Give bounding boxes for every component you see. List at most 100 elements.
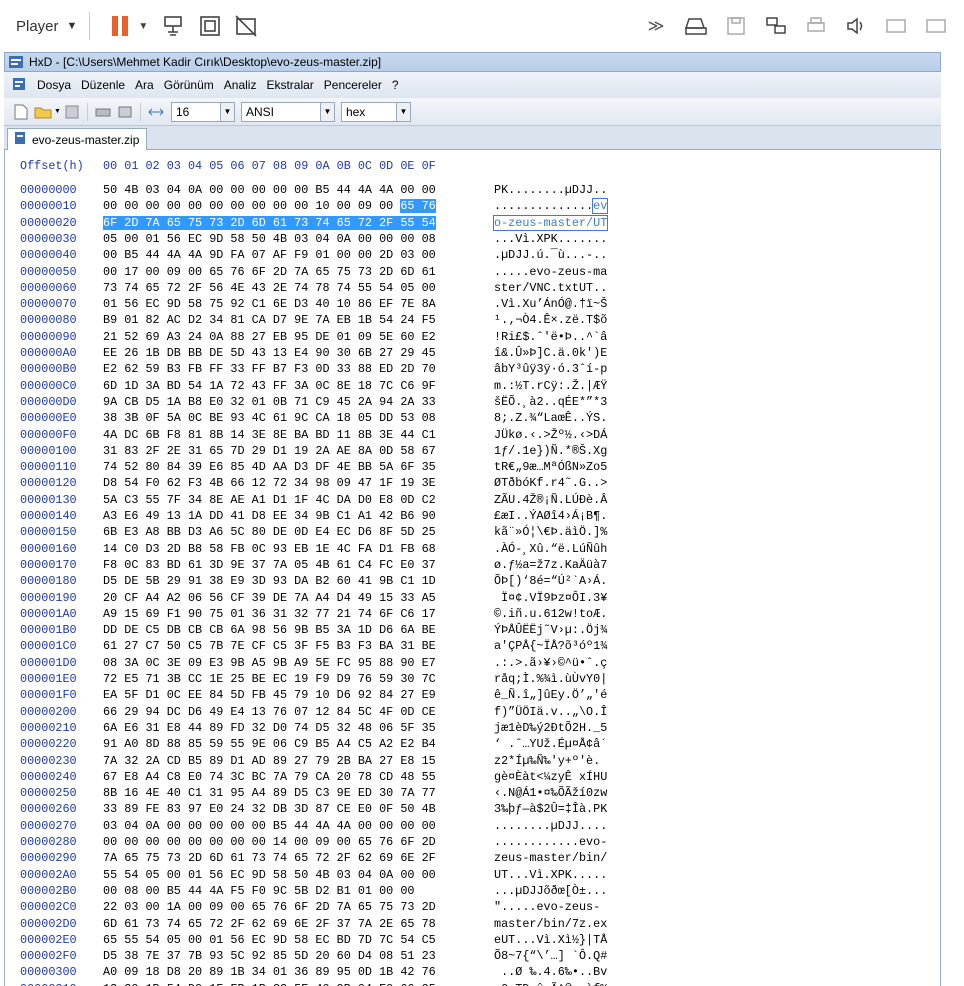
text-group[interactable]: ¹.‚¬Ò4.Ê×.zë.T$õ: [494, 313, 607, 327]
byte-group[interactable]: 6B E3 A8 BB D3 A6 5C 80 DE 0D E4 EC D6 8…: [103, 525, 436, 539]
row-text[interactable]: î&.Û»Þ]C.ä.0k')E: [494, 345, 607, 361]
display-mode-select[interactable]: hex ▼: [340, 101, 411, 122]
row-bytes[interactable]: 03 04 0A 00 00 00 00 00 B5 44 4A 4A 00 0…: [103, 818, 436, 834]
row-text[interactable]: Ï¤¢.VÏ9Þz¤ÔI.3¥: [494, 590, 607, 606]
row-bytes[interactable]: D8 54 F0 62 F3 4B 66 12 72 34 98 09 47 1…: [103, 475, 436, 491]
row-text[interactable]: f)”ÜÖIä.v..„\O.Î: [494, 704, 607, 720]
row-text[interactable]: ...µDJJõðœ[Ò±...: [494, 883, 607, 899]
row-text[interactable]: jæ1èD‰ý2ÐtÕ2H._5: [494, 720, 607, 736]
row-bytes[interactable]: 65 55 54 05 00 01 56 EC 9D 58 EC BD 7D 7…: [103, 932, 436, 948]
row-bytes[interactable]: 7A 65 75 73 2D 6D 61 73 74 65 72 2F 62 6…: [103, 850, 436, 866]
byte-group[interactable]: 05 00 01 56 EC 9D 58 50 4B 03 04 0A 00 0…: [103, 232, 436, 246]
byte-group[interactable]: 00 00 00 00 00 00 00 00 00 00 10 00 09 0…: [103, 199, 400, 213]
text-group[interactable]: 3‰þƒ—à$2Û=‡Îà.PK: [494, 802, 607, 816]
hex-row[interactable]: 00000210 6A E6 31 E8 44 89 FD 32 D0 74 D5…: [5, 720, 940, 736]
hex-row[interactable]: 00000020 6F 2D 7A 65 75 73 2D 6D 61 73 74…: [5, 214, 940, 231]
hex-row[interactable]: 000002A0 55 54 05 00 01 56 EC 9D 58 50 4B…: [5, 867, 940, 883]
network-adapter-icon[interactable]: [761, 11, 791, 41]
row-text[interactable]: ZÃU.4Ž®¡Ñ.LÚÐè.Â: [494, 492, 607, 508]
row-text[interactable]: z2*Íµ‰Ñ­‰'y+º'è.: [494, 753, 600, 769]
row-bytes[interactable]: A0 09 18 D8 20 89 1B 34 01 36 89 95 0D 1…: [103, 964, 436, 980]
byte-group[interactable]: 03 04 0A 00 00 00 00 00 B5 44 4A 4A 00 0…: [103, 819, 436, 833]
menu-ekstralar[interactable]: Ekstralar: [261, 78, 318, 92]
byte-group[interactable]: 8B 16 4E 40 C1 31 95 A4 89 D5 C3 9E ED 3…: [103, 786, 436, 800]
byte-group[interactable]: 65 55 54 05 00 01 56 EC 9D 58 EC BD 7D 7…: [103, 933, 436, 947]
text-group[interactable]: ÕÞ[)‘8é=“Ú²`A›Á.: [494, 574, 607, 588]
text-group[interactable]: .:.>.ã›¥›©^ü•ˆ.ç: [494, 656, 607, 670]
byte-group[interactable]: 72 E5 71 3B CC 1E 25 BE EC 19 F9 D9 76 5…: [103, 672, 436, 686]
player-menu[interactable]: Player ▼: [16, 18, 77, 35]
hex-row[interactable]: 000000B0 E2 62 59 B3 FB FF 33 FF B7 F3 0D…: [5, 361, 940, 377]
text-group[interactable]: ........µDJJ....: [494, 819, 607, 833]
text-group[interactable]: eUT...Vì.Xì½}|TÅ: [494, 933, 607, 947]
hex-row[interactable]: 000000D0 9A CB D5 1A B8 E0 32 01 0B 71 C9…: [5, 394, 940, 410]
row-text[interactable]: tR€„9æ…MªÓßN»Zo5: [494, 459, 607, 475]
row-text[interactable]: .....evo-zeus-ma: [494, 264, 607, 280]
tab-evo-zeus-master[interactable]: evo-zeus-master.zip: [7, 128, 147, 150]
byte-group[interactable]: 4A DC 6B F8 81 8B 14 3E 8E BA BD 11 8B 3…: [103, 428, 436, 442]
row-text[interactable]: ‹.N@Á1•¤‰ÕÃží0zw: [494, 785, 607, 801]
text-group[interactable]: šËÕ.¸à2..qÉE*”*3: [494, 395, 607, 409]
forward-icon[interactable]: ≫: [641, 11, 671, 41]
hex-row[interactable]: 00000140 A3 E6 49 13 1A DD 41 D8 EE 34 9B…: [5, 508, 940, 524]
menu-pencereler[interactable]: Pencereler: [319, 78, 387, 92]
row-bytes[interactable]: EA 5F D1 0C EE 84 5D FB 45 79 10 D6 92 8…: [103, 687, 436, 703]
hex-row[interactable]: 000001B0 DD DE C5 DB CB CB 6A 98 56 9B B5…: [5, 622, 940, 638]
row-text[interactable]: zeus-master/bin/: [494, 850, 607, 866]
row-text[interactable]: ............evo-: [494, 834, 607, 850]
row-bytes[interactable]: 55 54 05 00 01 56 EC 9D 58 50 4B 03 04 0…: [103, 867, 436, 883]
text-group[interactable]: zeus-master/bin/: [494, 851, 607, 865]
byte-group[interactable]: 6D 1D 3A BD 54 1A 72 43 FF 3A 0C 8E 18 7…: [103, 379, 436, 393]
row-text[interactable]: ..............ev: [494, 198, 609, 215]
row-bytes[interactable]: 73 74 65 72 2F 56 4E 43 2E 74 78 74 55 5…: [103, 280, 436, 296]
row-text[interactable]: 8;.Z.¾“LaœÊ..ÝS.: [494, 410, 607, 426]
byte-group[interactable]: 20 CF A4 A2 06 56 CF 39 DE 7A A4 D4 49 1…: [103, 591, 436, 605]
pause-dropdown-icon[interactable]: ▼: [138, 21, 148, 32]
hard-disk-icon[interactable]: [681, 11, 711, 41]
row-text[interactable]: ".....evo-zeus-: [494, 899, 600, 915]
byte-group[interactable]: 00 00 00 00 00 00 00 00 14 00 09 00 65 7…: [103, 835, 436, 849]
menu-duzenle[interactable]: Düzenle: [76, 78, 130, 92]
row-text[interactable]: ê_Ñ.î„]ûEy.Ö’„'é: [494, 687, 607, 703]
bytes-per-row-select[interactable]: 16 ▼: [170, 101, 235, 122]
row-bytes[interactable]: 8B 16 4E 40 C1 31 95 A4 89 D5 C3 9E ED 3…: [103, 785, 436, 801]
hex-row[interactable]: 00000200 66 29 94 DC D6 49 E4 13 76 07 12…: [5, 704, 940, 720]
row-bytes[interactable]: F8 0C 83 BD 61 3D 9E 37 7A 05 4B 61 C4 F…: [103, 557, 436, 573]
text-group[interactable]: î&.Û»Þ]C.ä.0k')E: [494, 346, 607, 360]
selected-bytes[interactable]: 6F 2D 7A 65 75 73 2D 6D 61 73 74 65 72 2…: [103, 215, 436, 230]
row-text[interactable]: .µDJJ.ú.¯ù...-..: [494, 247, 607, 263]
fullscreen-icon[interactable]: [195, 11, 225, 41]
row-bytes[interactable]: 00 17 00 09 00 65 76 6F 2D 7A 65 75 73 2…: [103, 264, 436, 280]
row-bytes[interactable]: 7A 32 2A CD B5 89 D1 AD 89 27 79 2B BA 2…: [103, 753, 436, 769]
text-group[interactable]: ©.iñ.u.612w!toÆ.: [494, 607, 607, 621]
row-text[interactable]: ........µDJJ....: [494, 818, 607, 834]
row-text[interactable]: råq;Ì.%¾ì.ùÙvY0|: [494, 671, 607, 687]
row-text[interactable]: ‘ .ˆ…YUž.Éµ¤Å¢â´: [494, 736, 607, 752]
hex-row[interactable]: 000000C0 6D 1D 3A BD 54 1A 72 43 FF 3A 0C…: [5, 378, 940, 394]
row-bytes[interactable]: 6A E6 31 E8 44 89 FD 32 D0 74 D5 32 48 0…: [103, 720, 436, 736]
byte-group[interactable]: D8 54 F0 62 F3 4B 66 12 72 34 98 09 47 1…: [103, 476, 436, 490]
row-text[interactable]: ..Ø ‰.4.6‰•..Bv: [494, 964, 607, 980]
byte-group[interactable]: 6D 61 73 74 65 72 2F 62 69 6E 2F 37 7A 2…: [103, 917, 436, 931]
hex-row[interactable]: 000001E0 72 E5 71 3B CC 1E 25 BE EC 19 F9…: [5, 671, 940, 687]
save-icon[interactable]: [63, 103, 81, 121]
disk-icon[interactable]: [94, 103, 112, 121]
open-dropdown-icon[interactable]: ▼: [54, 108, 61, 115]
row-text[interactable]: šËÕ.¸à2..qÉE*”*3: [494, 394, 607, 410]
byte-group[interactable]: E2 62 59 B3 FB FF 33 FF B7 F3 0D 33 88 E…: [103, 362, 436, 376]
text-group[interactable]: ‘ .ˆ…YUž.Éµ¤Å¢â´: [494, 737, 607, 751]
row-text[interactable]: UT...Vì.XPK.....: [494, 867, 607, 883]
byte-group[interactable]: 38 3B 0F 5A 0C BE 93 4C 61 9C CA 18 05 D…: [103, 411, 436, 425]
byte-group[interactable]: 9A CB D5 1A B8 E0 32 01 0B 71 C9 45 2A 9…: [103, 395, 436, 409]
byte-group[interactable]: 08 3A 0C 3E 09 E3 9B A5 9B A9 5E FC 95 8…: [103, 656, 436, 670]
row-bytes[interactable]: 14 C0 D3 2D B8 58 FB 0C 93 EB 1E 4C FA D…: [103, 541, 436, 557]
text-group[interactable]: råq;Ì.%¾ì.ùÙvY0|: [494, 672, 607, 686]
row-text[interactable]: .ÀÓ-¸Xû.“ë.LúÑûh: [494, 541, 607, 557]
text-group[interactable]: m.:½T.rCÿ:.Ž.|ÆŸ: [494, 379, 607, 393]
byte-group[interactable]: 00 B5 44 4A 4A 9D FA 07 AF F9 01 00 00 2…: [103, 248, 436, 262]
text-group[interactable]: 1ƒ/.1e})Ñ.*®Š.Xg: [494, 444, 607, 458]
byte-group[interactable]: EA 5F D1 0C EE 84 5D FB 45 79 10 D6 92 8…: [103, 688, 436, 702]
hex-row[interactable]: 00000240 67 E8 A4 C8 E0 74 3C BC 7A 79 CA…: [5, 769, 940, 785]
hex-row[interactable]: 00000170 F8 0C 83 BD 61 3D 9E 37 7A 05 4B…: [5, 557, 940, 573]
row-bytes[interactable]: 91 A0 8D 88 85 59 55 9E 06 C9 B5 A4 C5 A…: [103, 736, 436, 752]
